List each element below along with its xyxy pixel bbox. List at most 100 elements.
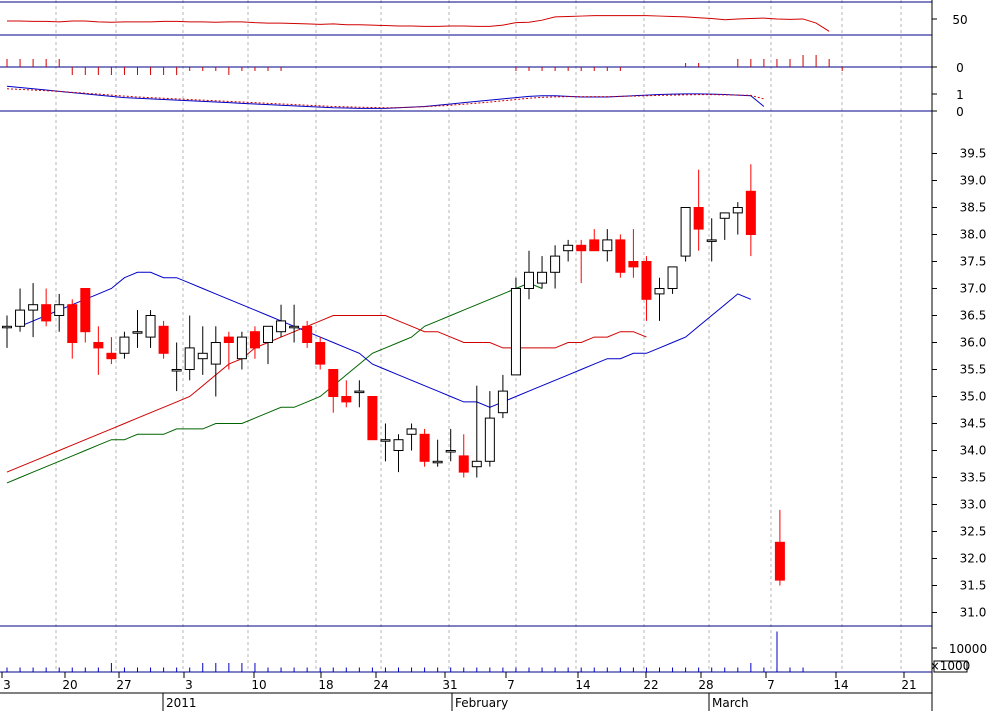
price-tick-label: 33.5 (960, 471, 987, 485)
candle-body (602, 239, 613, 252)
candle-body (106, 352, 117, 360)
candle-body (524, 271, 534, 289)
price-tick-label: 31.0 (960, 606, 987, 620)
price-tick-label: 36.0 (960, 336, 987, 350)
date-tick-label: 20 (62, 678, 77, 692)
candle-body (158, 325, 169, 354)
volume-unit-box: ×1000 (930, 659, 971, 673)
candle-body (432, 460, 443, 464)
date-tick-label: 14 (575, 678, 590, 692)
candle-body (289, 325, 300, 329)
candle-body (171, 369, 182, 372)
price-tick-label: 32.0 (960, 552, 987, 566)
rsi-tick-label: 50 (952, 13, 967, 27)
candle-body (745, 190, 756, 236)
candle-body (458, 455, 469, 473)
date-tick-label: 3 (185, 678, 193, 692)
candle-body (263, 325, 273, 343)
candle-body (706, 239, 717, 242)
candle-body (184, 347, 195, 370)
volume-tick-label: 10000 (949, 642, 987, 656)
candle-body (354, 390, 365, 394)
candle-body (693, 207, 704, 230)
candle-body (589, 239, 600, 252)
candle-body (80, 288, 91, 333)
month-label: February (455, 696, 508, 710)
candle-body (276, 320, 287, 333)
volume-unit-label: ×1000 (930, 659, 971, 673)
candle-body (393, 439, 404, 452)
candle-body (471, 460, 482, 468)
date-tick-label: 14 (833, 678, 848, 692)
price-tick-label: 36.5 (960, 309, 987, 323)
candle-body (537, 271, 548, 284)
date-tick-label: 7 (507, 678, 515, 692)
candle-body (341, 396, 352, 403)
price-tick-label: 37.0 (960, 282, 987, 296)
candle-body (93, 342, 104, 349)
price-tick-label: 38.0 (960, 228, 987, 242)
price-tick-label: 31.5 (960, 579, 987, 593)
stock-chart: 5001039.539.038.538.037.537.036.536.035.… (0, 0, 991, 711)
candle-body (576, 244, 587, 252)
candle-body (302, 325, 313, 343)
candle-body (497, 390, 508, 414)
candle-body (719, 212, 730, 219)
date-tick-label: 18 (318, 678, 333, 692)
price-tick-label: 33.0 (960, 498, 987, 512)
candle-body (2, 325, 12, 329)
candle-body (67, 304, 78, 344)
price-tick-label: 39.5 (960, 147, 987, 161)
candle-body (615, 239, 626, 273)
price-tick-label: 34.5 (960, 417, 987, 431)
month-label: March (712, 696, 749, 710)
candle-body (328, 369, 339, 397)
candle-body (15, 309, 26, 327)
candle-body (197, 352, 208, 360)
candle-body (54, 304, 65, 317)
candle-body (667, 266, 678, 289)
candle-body (680, 207, 691, 257)
price-tick-label: 35.0 (960, 390, 987, 404)
price-tick-label: 37.5 (960, 255, 987, 269)
price-tick-label: 32.5 (960, 525, 987, 539)
date-tick-label: 28 (698, 678, 713, 692)
macd-tick-label: 1 (956, 88, 964, 102)
candle-body (210, 342, 221, 365)
price-tick-label: 39.0 (960, 174, 987, 188)
date-tick-label: 7 (767, 678, 775, 692)
candle-body (380, 439, 391, 442)
candle-body (367, 396, 378, 441)
candle-body (41, 304, 52, 322)
date-tick-label: 27 (116, 678, 131, 692)
candle-body (654, 288, 665, 295)
date-tick-label: 31 (442, 678, 457, 692)
momentum-tick-label: 0 (956, 61, 964, 75)
candle-body (249, 331, 260, 349)
candle-body (774, 541, 785, 581)
candle-body (484, 417, 495, 462)
price-tick-label: 35.5 (960, 363, 987, 377)
macd-tick-label: 0 (956, 105, 964, 119)
month-label: 2011 (166, 696, 197, 710)
date-tick-label: 21 (901, 678, 916, 692)
price-tick-label: 38.5 (960, 201, 987, 215)
candle-body (550, 255, 561, 273)
date-tick-label: 24 (373, 678, 388, 692)
candle-body (132, 331, 143, 334)
candle-body (145, 315, 156, 338)
date-tick-label: 10 (251, 678, 266, 692)
candle-body (236, 336, 247, 360)
candle-body (641, 261, 652, 300)
candle-body (628, 261, 639, 268)
candle-body (28, 304, 39, 311)
candle-body (315, 342, 326, 365)
date-tick-label: 22 (643, 678, 658, 692)
candle-body (119, 336, 130, 354)
candle-body (419, 433, 430, 462)
candle-body (510, 288, 521, 376)
candle-body (406, 428, 417, 435)
price-tick-label: 34.0 (960, 444, 987, 458)
candle-body (563, 244, 574, 252)
candle-body (445, 450, 456, 453)
